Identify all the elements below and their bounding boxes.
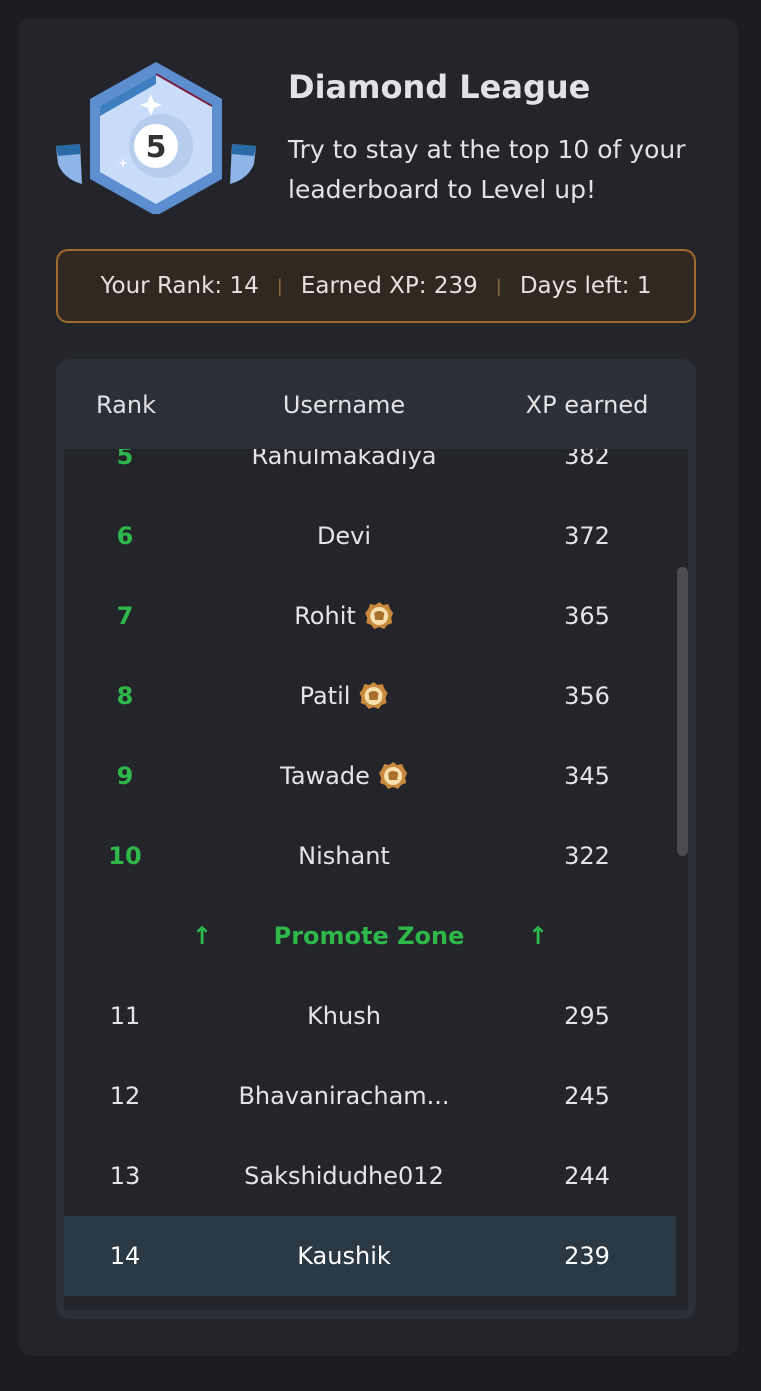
- xp-cell: 245: [564, 1082, 610, 1110]
- username: Sakshidudhe012: [244, 1162, 444, 1190]
- rank-cell: 5: [116, 449, 134, 470]
- username-cell: Patil: [300, 681, 389, 711]
- diamond-league-badge-icon: 5: [56, 62, 256, 214]
- xp-cell: 372: [564, 522, 610, 550]
- scrollbar-thumb[interactable]: [677, 567, 688, 856]
- promote-zone-divider: ↑ Promote Zone ↑: [64, 896, 676, 976]
- league-title: Diamond League: [288, 68, 591, 106]
- rank-cell: 12: [109, 1082, 141, 1110]
- table-header: Rank Username XP earned: [56, 359, 696, 449]
- earned-xp: Earned XP: 239: [300, 273, 478, 299]
- days-left: Days left: 1: [519, 273, 652, 299]
- stats-bar: Your Rank: 14 | Earned XP: 239 | Days le…: [56, 249, 696, 323]
- table-row[interactable]: 9 Tawade 345: [64, 736, 676, 816]
- username: Rohit: [294, 602, 356, 630]
- arrow-up-icon: ↑: [191, 922, 213, 950]
- promote-zone-label: Promote Zone: [273, 922, 465, 950]
- medal-icon: [378, 762, 407, 789]
- table-row[interactable]: 6 Devi 372: [64, 496, 676, 576]
- username-cell: Devi: [317, 522, 371, 550]
- username-cell: Bhavaniracham...: [238, 1082, 449, 1110]
- username: Tawade: [280, 762, 370, 790]
- username-cell: Rahulmakadiya: [251, 449, 436, 470]
- medal-icon: [364, 602, 393, 629]
- rank-cell: 9: [116, 762, 134, 790]
- rank-cell: 8: [116, 682, 134, 710]
- rank-cell: 11: [109, 1002, 141, 1030]
- rank-cell: 13: [109, 1162, 141, 1190]
- your-rank: Your Rank: 14: [100, 273, 259, 299]
- header-xp: XP earned: [525, 391, 649, 419]
- rank-cell: 7: [116, 602, 134, 630]
- header-rank: Rank: [96, 391, 156, 419]
- username-cell: Rohit: [294, 601, 394, 631]
- table-row[interactable]: 10 Nishant 322: [64, 816, 676, 896]
- username-cell: Kaushik: [297, 1242, 391, 1270]
- username-cell: Nishant: [298, 842, 390, 870]
- xp-cell: 365: [564, 602, 610, 630]
- xp-cell: 382: [564, 449, 610, 470]
- svg-text:5: 5: [146, 130, 167, 165]
- leaderboard-list[interactable]: 5 Rahulmakadiya 382 6 Devi 372 7 Rohit 365…: [64, 449, 688, 1310]
- username: Patil: [299, 682, 351, 710]
- rank-cell: 6: [116, 522, 134, 550]
- username: Bhavaniracham...: [238, 1082, 450, 1110]
- current-user-row[interactable]: 14 Kaushik 239: [64, 1216, 676, 1296]
- username-cell: Tawade: [280, 761, 408, 791]
- username-cell: Khush: [307, 1002, 381, 1030]
- header-username: Username: [282, 391, 406, 419]
- arrow-up-icon: ↑: [527, 922, 549, 950]
- username: Khush: [307, 1002, 381, 1030]
- xp-cell: 356: [564, 682, 610, 710]
- username: Rahulmakadiya: [251, 449, 437, 470]
- table-row[interactable]: 13 Sakshidudhe012 244: [64, 1136, 676, 1216]
- table-row[interactable]: 11 Khush 295: [64, 976, 676, 1056]
- table-row[interactable]: 12 Bhavaniracham... 245: [64, 1056, 676, 1136]
- table-row[interactable]: 7 Rohit 365: [64, 576, 676, 656]
- divider: |: [495, 275, 502, 297]
- league-subtitle: Try to stay at the top 10 of your leader…: [288, 135, 686, 204]
- leaderboard-table: Rank Username XP earned 5 Rahulmakadiya …: [56, 359, 696, 1319]
- table-row[interactable]: 5 Rahulmakadiya 382: [64, 449, 676, 496]
- divider: |: [276, 275, 283, 297]
- league-card: 5 Diamond League Try to stay at the top …: [18, 18, 738, 1356]
- medal-icon: [359, 682, 388, 709]
- rank-cell: 10: [108, 842, 142, 870]
- xp-cell: 322: [564, 842, 610, 870]
- username: Nishant: [298, 842, 390, 870]
- xp-cell: 345: [564, 762, 610, 790]
- rank-cell: 14: [109, 1242, 141, 1270]
- xp-cell: 239: [564, 1242, 610, 1270]
- username: Devi: [316, 522, 372, 550]
- username-cell: Sakshidudhe012: [244, 1162, 444, 1190]
- xp-cell: 244: [564, 1162, 610, 1190]
- username: Kaushik: [297, 1242, 391, 1270]
- xp-cell: 295: [564, 1002, 610, 1030]
- table-row[interactable]: 8 Patil 356: [64, 656, 676, 736]
